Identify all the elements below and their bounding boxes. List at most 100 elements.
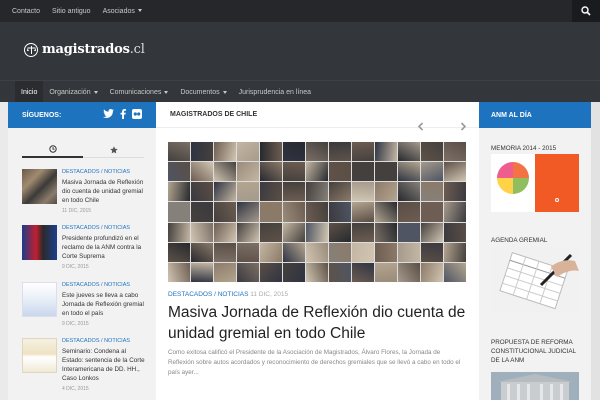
- collage-tile: [352, 182, 374, 202]
- collage-tile: [214, 162, 236, 182]
- agenda-image[interactable]: [491, 247, 579, 313]
- post-category[interactable]: DESTACADOS / NOTICIAS: [62, 225, 130, 231]
- collage-tile: [214, 222, 236, 242]
- follow-us-title: SÍGUENOS:: [22, 111, 62, 119]
- post-date: 9 DIC, 2015: [62, 321, 89, 327]
- collage-tile: [168, 182, 190, 202]
- nav-item-comunicaciones[interactable]: Comunicaciones: [104, 81, 175, 103]
- nav-item-documentos[interactable]: Documentos: [174, 81, 232, 103]
- memoria-back: [535, 154, 579, 212]
- tab-recent[interactable]: [22, 142, 83, 158]
- post-category[interactable]: DESTACADOS / NOTICIAS: [62, 282, 130, 288]
- nav-item-inicio[interactable]: Inicio: [15, 81, 44, 103]
- post-thumbnail[interactable]: [22, 282, 57, 317]
- collage-tile: [168, 142, 190, 162]
- site-header: magistrados.cl: [0, 22, 600, 80]
- top-bar: Contacto Sitio antiguo Asociados: [0, 0, 600, 22]
- collage-tile: [444, 162, 466, 182]
- collage-tile: [398, 262, 420, 282]
- list-item[interactable]: DESTACADOS / NOTICIAS Presidente profund…: [22, 225, 150, 281]
- collage-tile: [375, 182, 397, 202]
- collage-tile: [444, 142, 466, 162]
- list-item[interactable]: DESTACADOS / NOTICIAS Seminario: Condena…: [22, 338, 150, 394]
- featured-image[interactable]: [168, 142, 466, 282]
- collage-tile: [375, 262, 397, 282]
- collage-tile: [191, 222, 213, 242]
- nav-item-comunicaciones-label: Comunicaciones: [109, 88, 162, 96]
- top-link-asociados[interactable]: Asociados: [103, 8, 142, 15]
- collage-tile: [329, 242, 351, 262]
- collage-tile: [237, 202, 259, 222]
- post-category[interactable]: DESTACADOS / NOTICIAS: [62, 169, 130, 175]
- collage-tile: [168, 162, 190, 182]
- collage-tile: [168, 202, 190, 222]
- memoria-image[interactable]: [491, 154, 579, 212]
- collage-tile: [352, 202, 374, 222]
- search-button[interactable]: [572, 0, 600, 22]
- nav-item-jurisprudencia[interactable]: Jurisprudencia en línea: [233, 81, 317, 103]
- collage-tile: [444, 202, 466, 222]
- collage-tile: [352, 142, 374, 162]
- collage-tile: [444, 182, 466, 202]
- tab-popular[interactable]: [83, 142, 144, 158]
- collage-tile: [444, 262, 466, 282]
- collage-tile: [421, 202, 443, 222]
- collage-tile: [191, 182, 213, 202]
- post-title[interactable]: Presidente profundizó en el reclamo de l…: [62, 235, 141, 260]
- collage-tile: [214, 202, 236, 222]
- post-thumbnail[interactable]: [22, 225, 57, 260]
- top-link-sitio-antiguo[interactable]: Sitio antiguo: [52, 8, 91, 15]
- collage-tile: [352, 162, 374, 182]
- collage-tile: [352, 242, 374, 262]
- chevron-down-icon: [164, 90, 169, 94]
- twitter-icon[interactable]: [103, 109, 114, 119]
- chevron-right-icon[interactable]: [460, 122, 467, 131]
- collage-tile: [214, 242, 236, 262]
- slider-controls: [417, 122, 467, 131]
- collage-tile: [214, 262, 236, 282]
- main-content: MAGISTRADOS DE CHILE DESTACADOS / NOTICI…: [156, 102, 479, 400]
- collage-tile: [260, 162, 282, 182]
- post-title[interactable]: Este jueves se lleva a cabo Jornada de R…: [62, 292, 144, 317]
- post-title[interactable]: Masiva Jornada de Reflexión dio cuenta d…: [62, 179, 143, 204]
- court-building-image[interactable]: [491, 372, 579, 400]
- list-item[interactable]: DESTACADOS / NOTICIAS Este jueves se lle…: [22, 282, 150, 338]
- chevron-left-icon[interactable]: [417, 122, 424, 131]
- top-link-asociados-label: Asociados: [102, 7, 135, 15]
- featured-title[interactable]: Masiva Jornada de Reflexión dio cuenta d…: [168, 302, 468, 344]
- flickr-icon[interactable]: [132, 109, 142, 119]
- chevron-down-icon: [93, 90, 98, 94]
- collage-tile: [329, 222, 351, 242]
- collage-tile: [306, 202, 328, 222]
- collage-tile: [375, 162, 397, 182]
- list-item[interactable]: DESTACADOS / NOTICIAS Masiva Jornada de …: [22, 169, 150, 225]
- search-icon: [581, 6, 591, 16]
- collage-tile: [329, 182, 351, 202]
- collage-tile: [283, 162, 305, 182]
- nav-item-organizacion-label: Organización: [49, 88, 91, 96]
- collage-tile: [375, 202, 397, 222]
- collage-tile: [260, 182, 282, 202]
- post-date: 11 DIC, 2015: [62, 208, 92, 214]
- follow-us-header: SÍGUENOS:: [8, 102, 156, 128]
- collage-tile: [329, 162, 351, 182]
- collage-tile: [421, 242, 443, 262]
- featured-category[interactable]: DESTACADOS / NOTICIAS: [168, 291, 248, 298]
- chevron-down-icon: [137, 9, 142, 13]
- site-logo[interactable]: magistrados.cl: [24, 42, 145, 57]
- widget-title-memoria: MEMORIA 2014 - 2015: [491, 145, 557, 152]
- collage-tile: [375, 222, 397, 242]
- post-thumbnail[interactable]: [22, 338, 57, 373]
- nav-item-organizacion[interactable]: Organización: [43, 81, 103, 103]
- facebook-icon[interactable]: [120, 109, 126, 119]
- top-link-contacto[interactable]: Contacto: [12, 8, 40, 15]
- collage-tile: [329, 262, 351, 282]
- collage-tile: [237, 222, 259, 242]
- post-title[interactable]: Seminario: Condena al Estado: sentencia …: [62, 348, 145, 382]
- collage-tile: [168, 242, 190, 262]
- post-thumbnail[interactable]: [22, 169, 57, 204]
- collage-tile: [260, 262, 282, 282]
- post-category[interactable]: DESTACADOS / NOTICIAS: [62, 338, 130, 344]
- collage-tile: [214, 182, 236, 202]
- logo-text: magistrados.cl: [42, 42, 145, 57]
